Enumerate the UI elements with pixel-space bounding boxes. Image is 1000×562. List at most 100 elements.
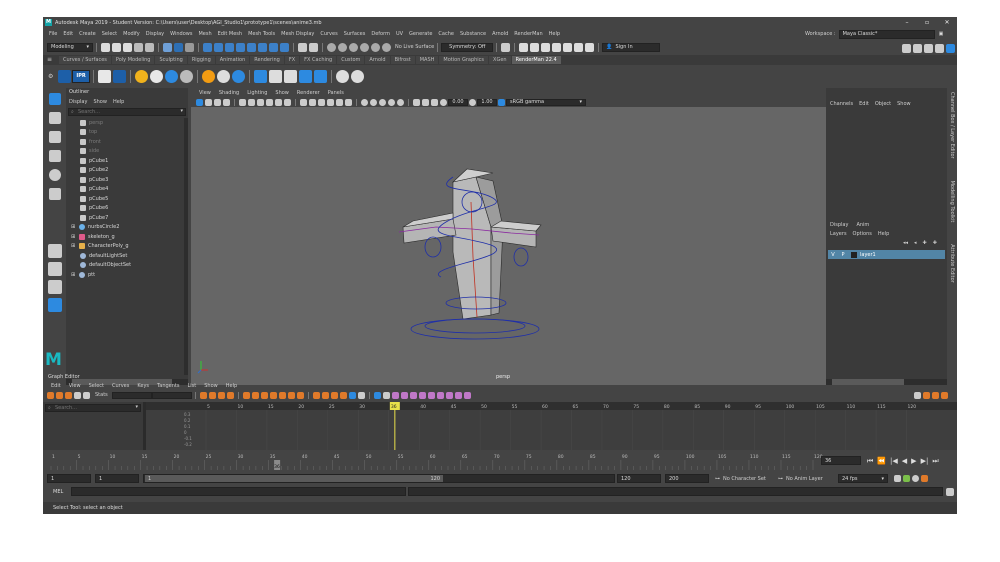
stats-time-field[interactable] bbox=[111, 391, 152, 399]
channel-menu-object[interactable]: Object bbox=[875, 101, 891, 107]
smooth-shade-icon[interactable] bbox=[309, 98, 316, 106]
lasso-tool-icon[interactable] bbox=[49, 112, 61, 124]
snap-grid-icon[interactable] bbox=[327, 42, 336, 52]
grid-icon[interactable] bbox=[239, 98, 246, 106]
auto-key-icon[interactable] bbox=[903, 475, 910, 482]
menu-windows[interactable]: Windows bbox=[170, 31, 192, 37]
outliner-item-pcube3[interactable]: pCube3 bbox=[80, 175, 108, 184]
viewport-menu-view[interactable]: View bbox=[199, 90, 211, 96]
layer-color-swatch[interactable] bbox=[851, 251, 857, 258]
move-layer-down-icon[interactable]: ◂ bbox=[914, 240, 917, 246]
menuset-dropdown[interactable]: Modeling ▾ bbox=[47, 42, 93, 52]
single-perspective-layout-icon[interactable] bbox=[48, 244, 62, 258]
tool-settings-toggle-icon[interactable] bbox=[924, 43, 933, 53]
command-input[interactable] bbox=[71, 487, 406, 496]
shelf-tab-fx-caching[interactable]: FX Caching bbox=[300, 56, 337, 64]
break-tangents-icon[interactable] bbox=[312, 391, 320, 399]
texture-manager-icon[interactable] bbox=[283, 69, 297, 83]
frame-selection-icon[interactable] bbox=[208, 391, 216, 399]
flat-tangent-icon[interactable] bbox=[278, 391, 286, 399]
hud-icon[interactable] bbox=[431, 98, 438, 106]
select-camera-icon[interactable] bbox=[196, 98, 203, 106]
channel-menu-show[interactable]: Show bbox=[897, 101, 911, 107]
ipr-button[interactable]: IPR bbox=[72, 69, 90, 83]
trax-editor-icon[interactable] bbox=[454, 391, 462, 399]
outliner-item-ptt[interactable]: ⊞ ptt bbox=[71, 270, 95, 279]
menu-mesh-display[interactable]: Mesh Display bbox=[281, 31, 314, 37]
outliner-item-skeleton-g[interactable]: ⊞ skeleton_g bbox=[71, 232, 115, 241]
frame-all-icon[interactable] bbox=[199, 391, 207, 399]
ipr-render-icon[interactable] bbox=[530, 42, 540, 52]
menu-deform[interactable]: Deform bbox=[371, 31, 390, 37]
select-hierarchy-icon[interactable] bbox=[163, 42, 172, 52]
render-settings-icon[interactable] bbox=[541, 42, 551, 52]
light-rect-icon[interactable] bbox=[149, 69, 163, 83]
layer-row[interactable]: V P layer1 bbox=[828, 250, 945, 259]
linear-tangent-icon[interactable] bbox=[269, 391, 277, 399]
anim-layer-selector[interactable]: ⊶ No Anim Layer bbox=[778, 474, 823, 483]
outliner-persp-layout-icon[interactable] bbox=[48, 298, 62, 312]
move-key-tool-icon[interactable] bbox=[47, 391, 54, 399]
menu-edit[interactable]: Edit bbox=[63, 31, 73, 37]
open-scene-icon[interactable] bbox=[112, 42, 121, 52]
mask-dynamics-icon[interactable] bbox=[258, 42, 267, 52]
loop-playback-icon[interactable] bbox=[894, 475, 901, 482]
gamma-field[interactable]: 1.00 bbox=[477, 98, 497, 106]
unify-tangents-icon[interactable] bbox=[321, 391, 329, 399]
graph-menu-view[interactable]: View bbox=[69, 383, 81, 389]
normalize-curves-icon[interactable] bbox=[391, 391, 399, 399]
attribute-editor-toggle-icon[interactable] bbox=[913, 43, 922, 53]
value-snap-icon[interactable] bbox=[382, 391, 390, 399]
lock-tangent-weight-icon[interactable] bbox=[339, 391, 347, 399]
shelf-settings-icon[interactable]: ≡ bbox=[47, 56, 52, 63]
lock-selection-icon[interactable] bbox=[298, 42, 307, 52]
rib-archive-icon[interactable] bbox=[253, 69, 267, 83]
outliner-item-pcube2[interactable]: pCube2 bbox=[80, 166, 108, 175]
outliner-menu-show[interactable]: Show bbox=[93, 99, 107, 105]
render-frame-icon[interactable] bbox=[519, 42, 529, 52]
channel-menu-channels[interactable]: Channels bbox=[830, 101, 853, 107]
mask-render-icon[interactable] bbox=[269, 42, 278, 52]
maximize-button[interactable]: ▫ bbox=[917, 19, 937, 26]
menu-mesh-tools[interactable]: Mesh Tools bbox=[248, 31, 275, 37]
menu-generate[interactable]: Generate bbox=[409, 31, 432, 37]
expand-icon[interactable]: ⊞ bbox=[71, 234, 79, 240]
color-management-icon[interactable] bbox=[498, 98, 505, 106]
channel-menu-edit[interactable]: Edit bbox=[859, 101, 869, 107]
pause-viewport-icon[interactable] bbox=[585, 42, 595, 52]
shelf-tab-sculpting[interactable]: Sculpting bbox=[155, 56, 187, 64]
new-layer-icon[interactable]: ✚ bbox=[923, 240, 927, 246]
outliner-item-top[interactable]: top bbox=[80, 128, 97, 137]
move-ge-icon[interactable] bbox=[914, 391, 921, 399]
wireframe-on-shaded-icon[interactable] bbox=[318, 98, 325, 106]
snap-surface-icon[interactable] bbox=[371, 42, 380, 52]
step-back-key-icon[interactable]: ⏪ bbox=[877, 457, 886, 465]
plateau-tangent-icon[interactable] bbox=[296, 391, 304, 399]
menu-modify[interactable]: Modify bbox=[123, 31, 140, 37]
gate-mask-icon[interactable] bbox=[266, 98, 273, 106]
layer-tab-display[interactable]: Display bbox=[830, 222, 848, 228]
move-layer-up-icon[interactable]: ◂◂ bbox=[903, 240, 908, 246]
new-layer-selected-icon[interactable]: ✚ bbox=[933, 240, 937, 246]
snap-point-icon[interactable] bbox=[349, 42, 358, 52]
region-tool-icon[interactable] bbox=[83, 391, 90, 399]
workspace-dropdown[interactable]: Maya Classic* bbox=[838, 29, 935, 39]
symmetry-dropdown[interactable]: Symmetry: Off bbox=[441, 42, 494, 52]
make-live-icon[interactable] bbox=[382, 42, 391, 52]
playback-end-field[interactable]: 120 bbox=[617, 474, 661, 483]
dope-sheet-icon[interactable] bbox=[445, 391, 453, 399]
center-current-time-icon[interactable] bbox=[226, 391, 234, 399]
pxr-material-icon[interactable] bbox=[216, 69, 230, 83]
menu-renderman[interactable]: RenderMan bbox=[514, 31, 542, 37]
menu-curves[interactable]: Curves bbox=[320, 31, 337, 37]
outliner-item-pcube4[interactable]: pCube4 bbox=[80, 185, 108, 194]
menu-edit-mesh[interactable]: Edit Mesh bbox=[218, 31, 242, 37]
range-bar[interactable]: 1 120 bbox=[143, 474, 615, 483]
viewport-scene[interactable] bbox=[191, 107, 826, 385]
outliner-item-front[interactable]: front bbox=[80, 137, 101, 146]
light-sphere-icon[interactable] bbox=[164, 69, 178, 83]
step-back-frame-icon[interactable]: |◀ bbox=[890, 457, 898, 465]
go-to-end-icon[interactable]: ⏭ bbox=[932, 457, 938, 466]
viewport-menu-renderer[interactable]: Renderer bbox=[297, 90, 320, 96]
menu-mesh[interactable]: Mesh bbox=[198, 31, 211, 37]
